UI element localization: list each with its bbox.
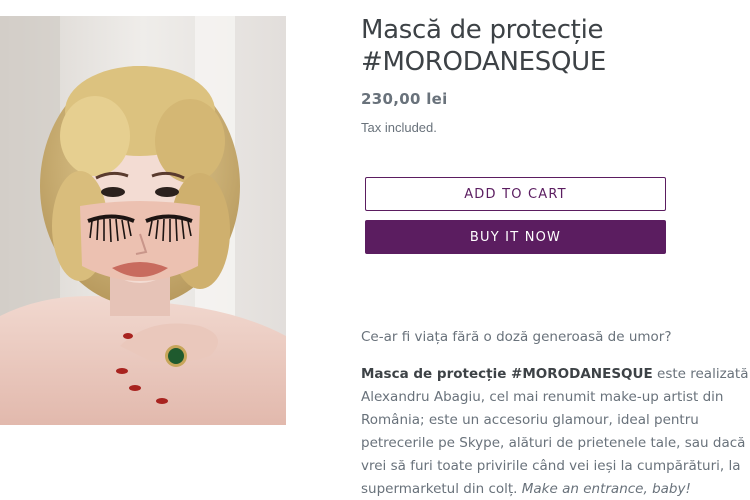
product-title-line1: Mască de protecție (361, 15, 604, 45)
description-line: supermarketul din colț. Make an entrance… (361, 478, 750, 500)
description-line: Masca de protecție #MORODANESQUE este re… (361, 363, 750, 386)
product-title: Mască de protecție #MORODANESQUE (361, 14, 750, 78)
description-line: vrei să furi toate privirile când vei ie… (361, 458, 741, 474)
product-description: Ce-ar fi viața fără o doză generoasă de … (361, 326, 750, 500)
description-intro: Ce-ar fi viața fără o doză generoasă de … (361, 329, 672, 345)
tax-note: Tax included. (361, 120, 437, 135)
description-bold-lead: Masca de protecție #MORODANESQUE (361, 366, 653, 382)
buy-it-now-button[interactable]: BUY IT NOW (365, 220, 666, 254)
product-info: Mască de protecție #MORODANESQUE 230,00 … (361, 14, 750, 135)
description-line: Alexandru Abagiu, cel mai renumit make-u… (361, 389, 724, 405)
add-to-cart-button[interactable]: ADD TO CART (365, 177, 666, 211)
product-price: 230,00 lei (361, 90, 448, 108)
description-line: petrecerile pe Skype, alături de prieten… (361, 435, 746, 451)
description-line: România; este un accesoriu glamour, idea… (361, 412, 699, 428)
description-line6-start: supermarketul din colț. (361, 481, 522, 497)
product-title-line2: #MORODANESQUE (361, 47, 606, 77)
description-line1-rest: este realizată de (657, 366, 750, 382)
description-tagline: Make an entrance, baby! (521, 481, 691, 497)
product-page: Mască de protecție #MORODANESQUE 230,00 … (0, 0, 750, 500)
product-photo[interactable] (0, 16, 286, 425)
product-photo-illustration (0, 16, 286, 425)
